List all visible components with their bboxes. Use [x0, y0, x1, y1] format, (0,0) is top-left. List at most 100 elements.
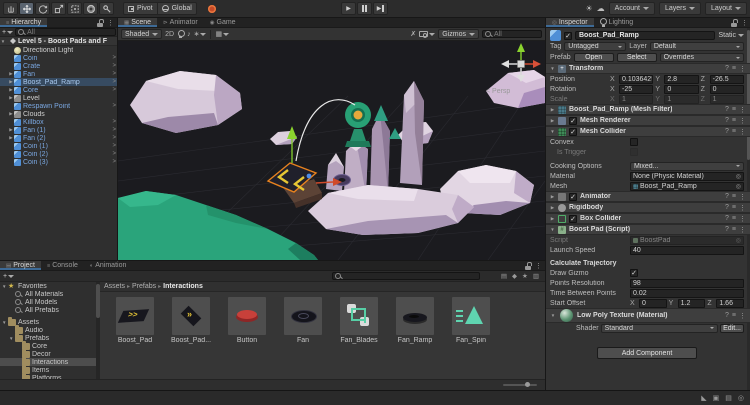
prefab-open-chevron[interactable]: >: [112, 103, 116, 109]
create-asset-button[interactable]: +: [3, 273, 14, 280]
scene-search-input[interactable]: All: [482, 30, 542, 38]
tab-lighting[interactable]: Lighting: [594, 18, 640, 27]
position-y-field[interactable]: 2.8: [664, 75, 698, 84]
presets-icon[interactable]: ≡: [732, 117, 736, 125]
hierarchy-item[interactable]: ▶ Level: [0, 94, 118, 102]
kebab-menu-icon[interactable]: ⋮: [739, 106, 746, 114]
help-icon[interactable]: ?: [725, 117, 729, 125]
prefab-overrides-dropdown[interactable]: Overrides: [660, 53, 744, 62]
x-axis-label[interactable]: X: [610, 76, 617, 83]
rect-tool-button[interactable]: [67, 2, 82, 15]
boost-pad-script-header[interactable]: ▼ # Boost Pad (Script) ?≡⋮: [546, 224, 750, 235]
start-offset-x-field[interactable]: 0: [639, 299, 667, 308]
tree-item[interactable]: All Materials: [0, 290, 96, 298]
tree-item[interactable]: All Models: [0, 298, 96, 306]
cloud-collab-icon[interactable]: ☁: [597, 4, 605, 13]
scene-lighting-toggle[interactable]: [177, 30, 184, 39]
expand-arrow-icon[interactable]: ▶: [550, 205, 555, 211]
y-axis-label[interactable]: Y: [655, 76, 662, 83]
hierarchy-item[interactable]: Crate >: [0, 62, 118, 70]
tab-project[interactable]: ▤Project: [0, 261, 41, 270]
help-icon[interactable]: ?: [725, 312, 729, 320]
prefab-open-chevron[interactable]: >: [112, 159, 116, 165]
step-button[interactable]: ▶: [373, 2, 388, 15]
tab-console[interactable]: ≡Console: [41, 261, 84, 270]
gizmos-dropdown[interactable]: Gizmos: [438, 29, 479, 39]
account-dropdown[interactable]: Account: [609, 2, 655, 15]
play-button[interactable]: ▶: [341, 2, 356, 15]
tree-item[interactable]: All Prefabs: [0, 306, 96, 314]
layout-dropdown[interactable]: Layout: [705, 2, 747, 15]
is-trigger-checkbox[interactable]: [630, 148, 638, 156]
help-icon[interactable]: ?: [725, 65, 729, 73]
expand-arrow-icon[interactable]: ▶: [550, 118, 555, 124]
asset-item[interactable]: Fan_Blades: [332, 297, 386, 344]
draw-gizmo-checkbox[interactable]: ✓: [630, 269, 638, 277]
breadcrumb-segment[interactable]: Assets: [104, 283, 130, 290]
lock-icon[interactable]: [731, 19, 738, 27]
hand-tool-button[interactable]: [3, 2, 18, 15]
custom-tool-button[interactable]: [99, 2, 114, 15]
expand-arrow-icon[interactable]: ▶: [550, 107, 555, 113]
hierarchy-item[interactable]: Coin (3) >: [0, 158, 118, 166]
points-resolution-field[interactable]: 98: [630, 279, 744, 288]
scale-x-field[interactable]: 1: [619, 95, 653, 104]
breadcrumb-segment[interactable]: Interactions: [163, 283, 205, 290]
help-icon[interactable]: ?: [725, 215, 729, 223]
hierarchy-item[interactable]: ▶ Fan >: [0, 70, 118, 78]
tab-game[interactable]: ◉Game: [204, 18, 242, 27]
2d-toggle-button[interactable]: 2D: [165, 31, 174, 38]
shading-mode-dropdown[interactable]: Shaded: [121, 29, 162, 39]
lock-icon[interactable]: [525, 262, 532, 270]
services-icon[interactable]: ☀: [585, 4, 592, 13]
mesh-filter-component-header[interactable]: ▶ Boost_Pad_Ramp (Mesh Filter) ?≡⋮: [546, 104, 750, 115]
prefab-open-chevron[interactable]: >: [112, 71, 116, 77]
slider-thumb[interactable]: [525, 382, 530, 387]
help-icon[interactable]: ?: [725, 106, 729, 114]
component-enabled-checkbox[interactable]: ✓: [569, 215, 577, 223]
asset-item[interactable]: Button: [220, 297, 274, 344]
scene-camera-dropdown[interactable]: [419, 31, 435, 37]
help-icon[interactable]: ?: [725, 226, 729, 234]
component-enabled-checkbox[interactable]: ✓: [569, 193, 577, 201]
tree-item[interactable]: ▼ Favorites: [0, 282, 96, 290]
start-offset-y-field[interactable]: 1.2: [678, 299, 706, 308]
hierarchy-item[interactable]: Killbox >: [0, 118, 118, 126]
animator-component-header[interactable]: ▶ ✓ Animator ?≡⋮: [546, 191, 750, 202]
thumbnail-size-slider[interactable]: [503, 384, 537, 386]
expand-arrow-icon[interactable]: ▶: [550, 194, 555, 200]
tab-inspector[interactable]: ◎Inspector: [546, 18, 594, 27]
scene-effects-dropdown[interactable]: ∗: [194, 30, 207, 38]
expand-arrow-icon[interactable]: ▼: [550, 227, 555, 232]
hierarchy-item[interactable]: ▶ Boost_Pad_Ramp >: [0, 78, 118, 86]
prefab-open-chevron[interactable]: >: [112, 63, 116, 69]
saved-searches-icon[interactable]: ★: [522, 272, 528, 280]
auto-generate-lighting-icon[interactable]: ◣: [701, 394, 706, 402]
expand-arrow-icon[interactable]: ▼: [550, 313, 556, 318]
hidden-packages-icon[interactable]: ▥: [533, 272, 539, 280]
breadcrumb-segment[interactable]: Prefabs: [132, 283, 161, 290]
transform-tool-button[interactable]: [83, 2, 98, 15]
tab-animator[interactable]: ⊳Animator: [157, 18, 204, 27]
scale-z-field[interactable]: 1: [710, 95, 744, 104]
hierarchy-item[interactable]: Directional Light: [0, 46, 118, 54]
search-by-type-icon[interactable]: ▤: [501, 272, 507, 280]
presets-icon[interactable]: ≡: [732, 65, 736, 73]
rotation-x-field[interactable]: -25: [619, 85, 653, 94]
add-component-button[interactable]: Add Component: [597, 347, 697, 359]
prefab-open-chevron[interactable]: >: [112, 143, 116, 149]
physic-material-field[interactable]: None (Physic Material)◎: [630, 172, 744, 181]
tab-animation[interactable]: ◐Animation: [84, 261, 132, 270]
hierarchy-item[interactable]: Coin (1) >: [0, 142, 118, 150]
shader-dropdown[interactable]: Standard: [601, 324, 719, 333]
scene-viewport[interactable]: < Persp: [118, 41, 545, 260]
pivot-toggle-button[interactable]: Pivot: [123, 2, 158, 15]
prefab-open-chevron[interactable]: >: [112, 87, 116, 93]
rotate-tool-button[interactable]: [35, 2, 50, 15]
tree-item[interactable]: Core: [0, 342, 96, 350]
asset-item[interactable]: Boost_Pad...: [164, 297, 218, 344]
prefab-open-chevron[interactable]: >: [112, 151, 116, 157]
layer-dropdown[interactable]: Default: [650, 42, 744, 51]
hierarchy-item[interactable]: ▶ Fan (1) >: [0, 126, 118, 134]
presets-icon[interactable]: ≡: [732, 204, 736, 212]
